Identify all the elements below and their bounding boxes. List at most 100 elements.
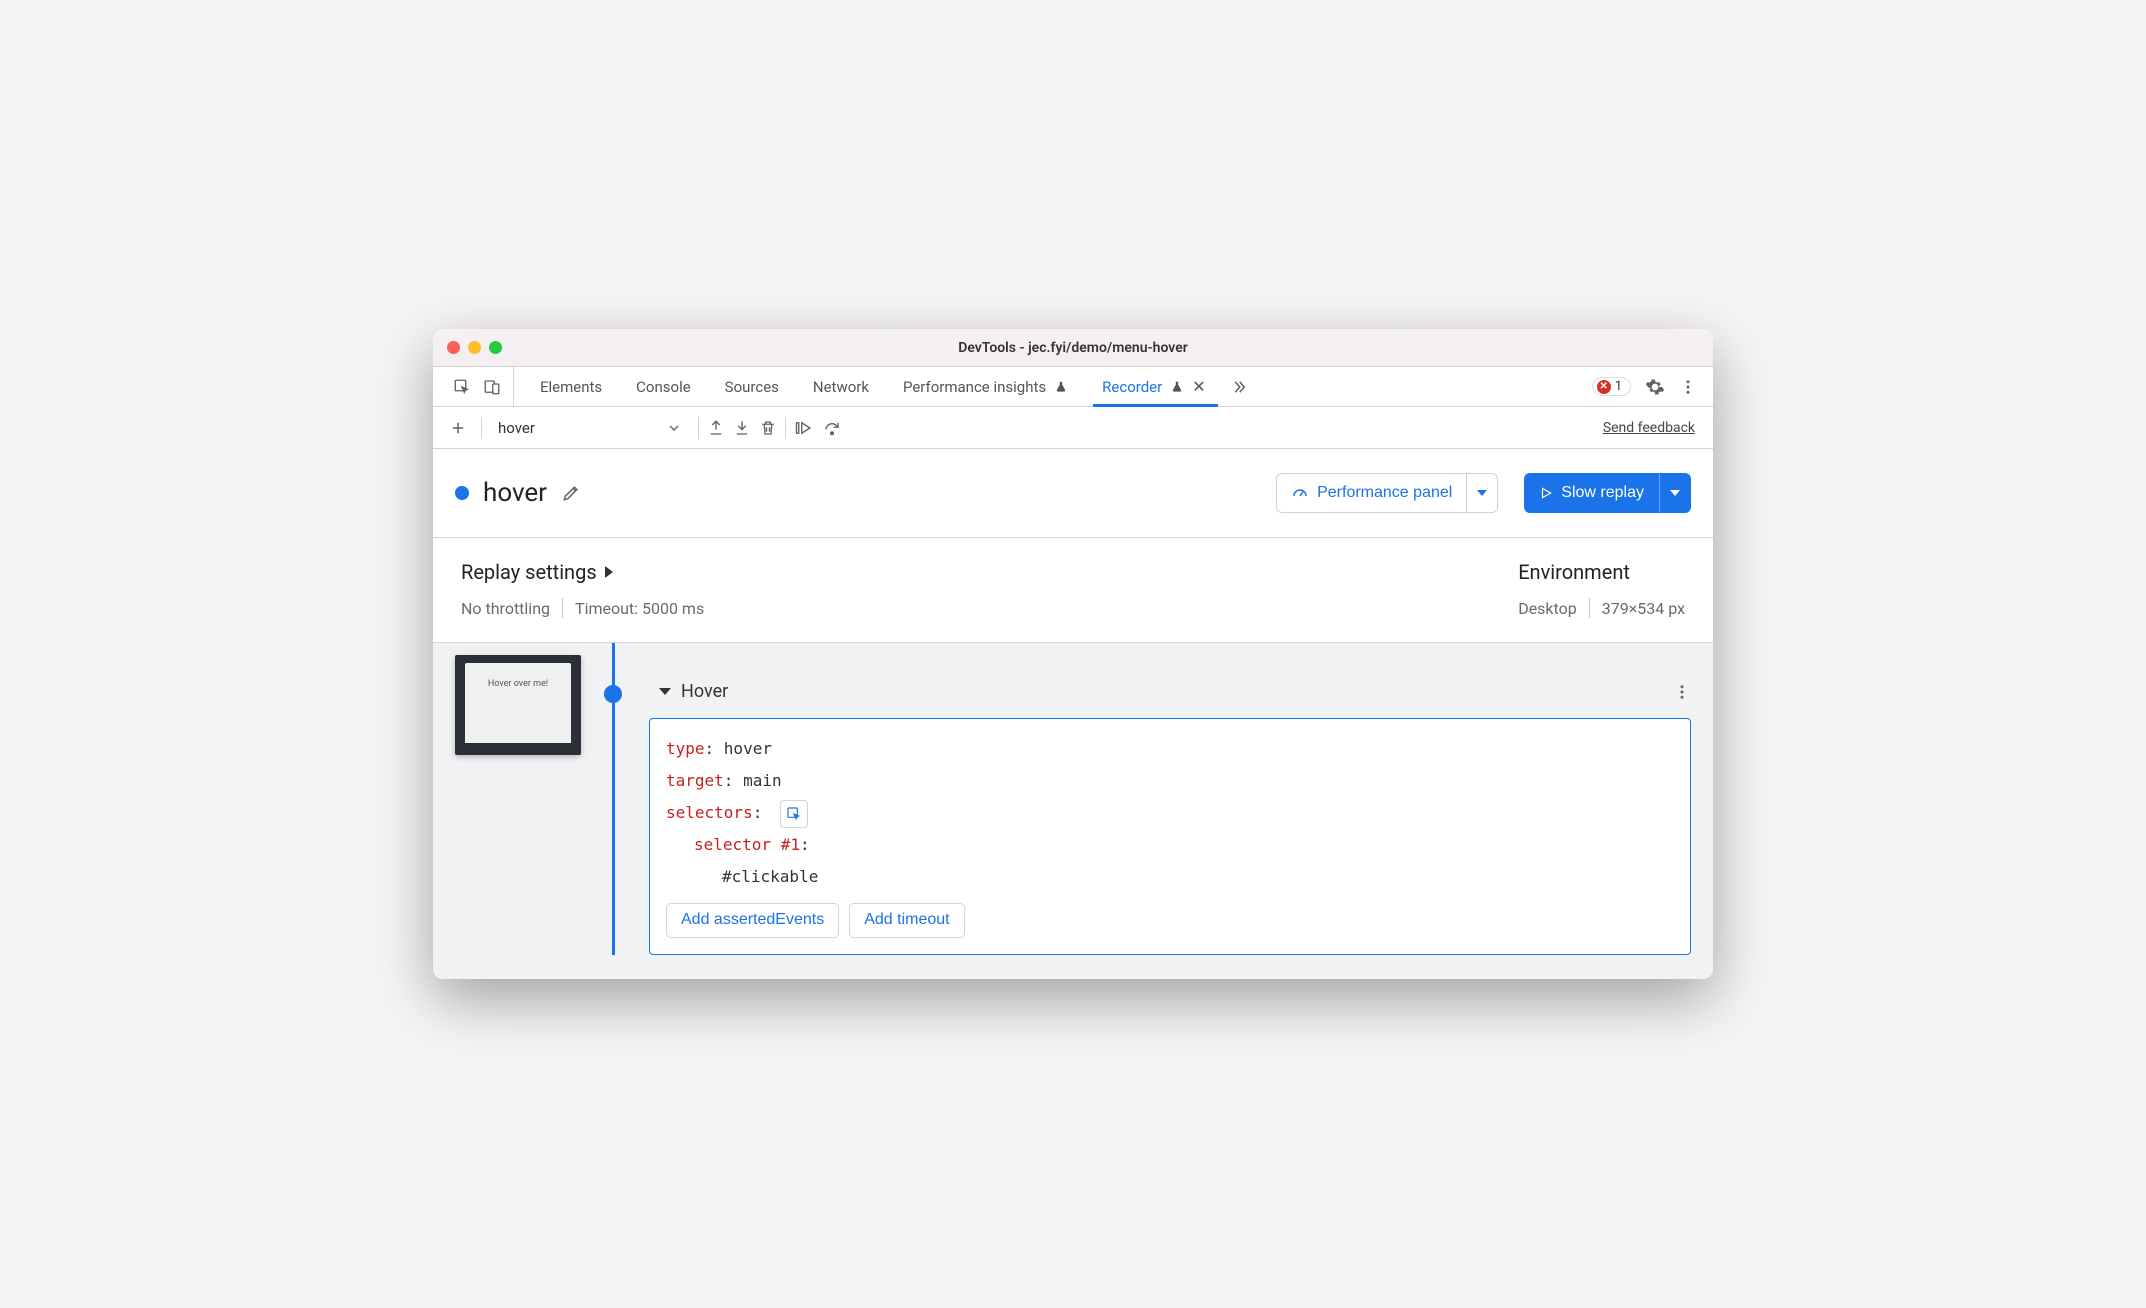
tab-label: Network xyxy=(813,378,869,396)
recording-select-value: hover xyxy=(498,419,535,437)
titlebar: DevTools - jec.fyi/demo/menu-hover xyxy=(433,329,1713,367)
timeline-rail xyxy=(593,643,633,955)
device-toolbar-icons xyxy=(441,367,514,406)
tab-network[interactable]: Network xyxy=(813,367,869,406)
step-title: Hover xyxy=(681,681,728,702)
prop-value: main xyxy=(743,771,782,790)
gauge-icon xyxy=(1291,484,1309,502)
tab-label: Performance insights xyxy=(903,378,1046,396)
environment-title: Environment xyxy=(1518,560,1630,584)
add-timeout-button[interactable]: Add timeout xyxy=(849,903,964,938)
step-marker xyxy=(604,685,622,703)
kebab-menu-icon[interactable] xyxy=(1673,683,1691,701)
step-details: type: hover target: main selectors: sele… xyxy=(649,718,1691,955)
step-column: Hover type: hover target: main selectors… xyxy=(633,643,1691,955)
performance-panel-button[interactable]: Performance panel xyxy=(1276,473,1467,513)
error-badge[interactable]: ✕ 1 xyxy=(1592,377,1631,396)
step-play-icon[interactable] xyxy=(794,419,814,437)
prop-value: hover xyxy=(724,739,772,758)
chevron-down-icon xyxy=(666,420,682,436)
import-icon[interactable] xyxy=(733,419,751,437)
prop-key: type xyxy=(666,739,705,758)
timeout-value: Timeout: 5000 ms xyxy=(575,599,704,618)
prop-selector-1[interactable]: selector #1: xyxy=(666,829,1674,861)
slow-replay-label: Slow replay xyxy=(1561,484,1644,502)
prop-type[interactable]: type: hover xyxy=(666,733,1674,765)
device-value: Desktop xyxy=(1518,599,1577,618)
chevron-down-icon xyxy=(1477,490,1487,496)
replay-settings-title[interactable]: Replay settings xyxy=(461,560,704,584)
add-asserted-events-button[interactable]: Add assertedEvents xyxy=(666,903,839,938)
tab-elements[interactable]: Elements xyxy=(540,367,602,406)
prop-value: #clickable xyxy=(722,867,818,886)
prop-selectors[interactable]: selectors: xyxy=(666,797,1674,829)
tab-label: Elements xyxy=(540,378,602,396)
selector-picker-icon[interactable] xyxy=(780,800,808,828)
settings-row: Replay settings No throttling Timeout: 5… xyxy=(433,538,1713,643)
delete-icon[interactable] xyxy=(759,419,777,437)
step-over-icon[interactable] xyxy=(822,419,842,437)
prop-selector-1-value[interactable]: #clickable xyxy=(666,861,1674,893)
gear-icon[interactable] xyxy=(1645,377,1665,397)
replay-button-group: Slow replay xyxy=(1524,473,1691,513)
throttling-value: No throttling xyxy=(461,599,550,618)
device-toggle-icon[interactable] xyxy=(483,378,501,396)
viewport-value: 379×534 px xyxy=(1602,599,1685,618)
recording-select[interactable]: hover xyxy=(490,419,690,437)
replay-settings-label: Replay settings xyxy=(461,560,597,584)
recorder-toolbar: hover Send feedback xyxy=(433,407,1713,449)
inspect-icon[interactable] xyxy=(453,378,471,396)
devtools-window: DevTools - jec.fyi/demo/menu-hover Eleme… xyxy=(433,329,1713,979)
chevron-down-icon xyxy=(1670,490,1680,496)
thumbnail-content: Hover over me! xyxy=(465,663,571,743)
slow-replay-button[interactable]: Slow replay xyxy=(1524,473,1659,513)
more-tabs-icon[interactable] xyxy=(1230,378,1248,396)
recording-status-dot xyxy=(455,486,469,500)
replay-dropdown[interactable] xyxy=(1659,473,1691,513)
error-icon: ✕ xyxy=(1597,380,1611,394)
replay-settings: Replay settings No throttling Timeout: 5… xyxy=(461,560,704,618)
panel-tabs: Elements Console Sources Network Perform… xyxy=(433,367,1713,407)
prop-key: target xyxy=(666,771,724,790)
recording-title: hover xyxy=(483,478,547,508)
error-count: 1 xyxy=(1615,379,1622,394)
tab-performance-insights[interactable]: Performance insights xyxy=(903,367,1068,406)
timeline: Hover over me! Hover type: hover xyxy=(433,643,1713,979)
step-actions: Add assertedEvents Add timeout xyxy=(666,903,1674,938)
performance-dropdown[interactable] xyxy=(1467,473,1498,513)
close-window-button[interactable] xyxy=(447,341,460,354)
thumbnail-caption: Hover over me! xyxy=(488,679,548,689)
prop-key: selectors xyxy=(666,803,753,822)
replay-settings-values: No throttling Timeout: 5000 ms xyxy=(461,598,704,618)
flask-icon xyxy=(1170,380,1184,394)
minimize-window-button[interactable] xyxy=(468,341,481,354)
expand-icon xyxy=(605,566,613,578)
maximize-window-button[interactable] xyxy=(489,341,502,354)
prop-target[interactable]: target: main xyxy=(666,765,1674,797)
window-title: DevTools - jec.fyi/demo/menu-hover xyxy=(433,340,1713,356)
send-feedback-link[interactable]: Send feedback xyxy=(1603,420,1695,436)
tab-label: Console xyxy=(636,378,691,396)
play-icon xyxy=(1539,486,1553,500)
flask-icon xyxy=(1054,380,1068,394)
tab-console[interactable]: Console xyxy=(636,367,691,406)
kebab-menu-icon[interactable] xyxy=(1679,378,1697,396)
step-header[interactable]: Hover xyxy=(633,675,1691,718)
performance-panel-label: Performance panel xyxy=(1317,484,1452,502)
edit-icon[interactable] xyxy=(561,483,581,503)
tabs-right-controls: ✕ 1 xyxy=(1592,377,1705,397)
traffic-lights xyxy=(447,341,502,354)
recording-header: hover Performance panel Slow replay xyxy=(433,449,1713,538)
screenshot-thumbnail[interactable]: Hover over me! xyxy=(455,655,581,755)
tabs-list: Elements Console Sources Network Perform… xyxy=(518,367,1206,406)
environment-settings: Environment Desktop 379×534 px xyxy=(1518,560,1685,618)
export-icon[interactable] xyxy=(707,419,725,437)
tab-label: Sources xyxy=(725,378,779,396)
tab-sources[interactable]: Sources xyxy=(725,367,779,406)
thumbnail-column: Hover over me! xyxy=(455,643,593,955)
tab-recorder[interactable]: Recorder ✕ xyxy=(1102,367,1205,406)
new-recording-icon[interactable] xyxy=(443,419,473,437)
close-icon[interactable]: ✕ xyxy=(1192,377,1205,396)
environment-values: Desktop 379×534 px xyxy=(1518,598,1685,618)
collapse-icon xyxy=(659,688,671,695)
